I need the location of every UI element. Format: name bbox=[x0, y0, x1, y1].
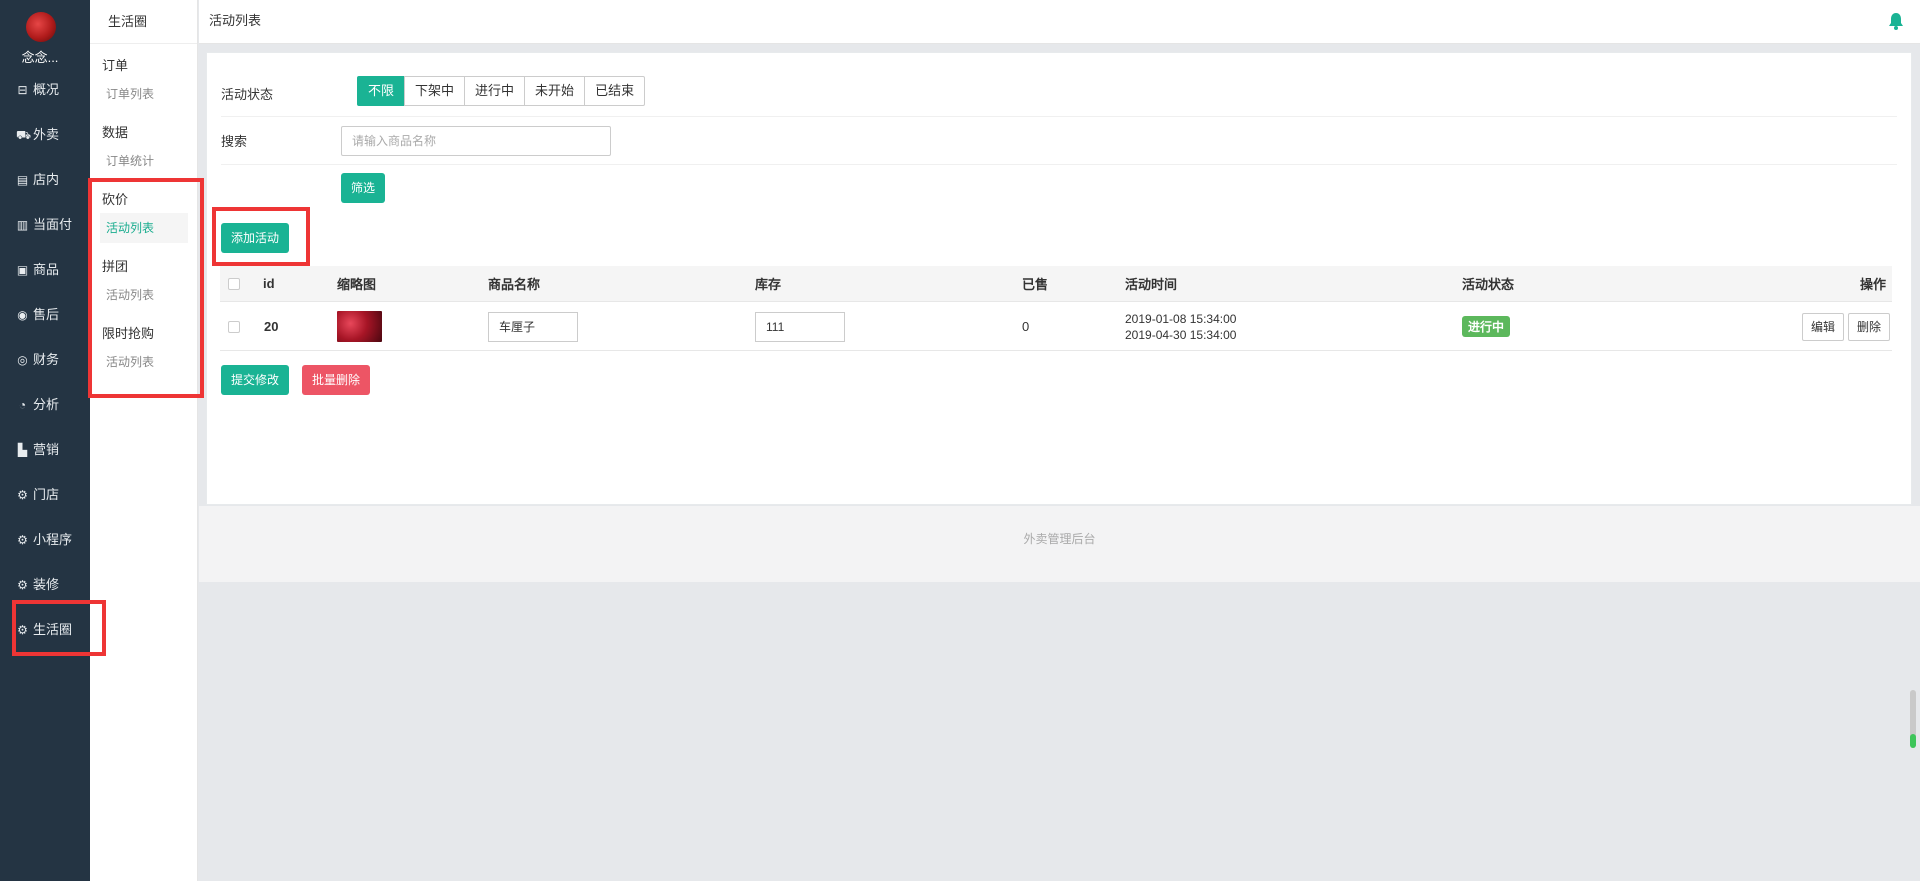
sidebar-item-label: 营销 bbox=[33, 442, 60, 457]
sidebar-item-label: 店内 bbox=[33, 172, 60, 187]
top-bar: 活动列表 bbox=[199, 0, 1920, 44]
sidebar-item[interactable]: ▥ 当面付 bbox=[16, 213, 72, 237]
subnav-group-label: 订单 bbox=[102, 58, 129, 73]
end-time: 2019-04-30 15:34:00 bbox=[1125, 327, 1237, 342]
gear-icon: ⚙ bbox=[17, 578, 28, 592]
sidebar-item[interactable]: ▤ 店内 bbox=[16, 168, 59, 192]
status-option[interactable]: 未开始 bbox=[524, 76, 586, 106]
sidebar-item-label: 装修 bbox=[33, 577, 60, 592]
gear-icon: ⚙ bbox=[17, 533, 28, 547]
table-row: 20 0 2019-01-08 15:34:00 2019-04-30 15:3… bbox=[220, 303, 1892, 351]
search-input[interactable] bbox=[341, 126, 611, 156]
status-option[interactable]: 进行中 bbox=[464, 76, 526, 106]
start-time: 2019-01-08 15:34:00 bbox=[1125, 311, 1237, 326]
row-id: 20 bbox=[264, 319, 279, 334]
sidebar-item[interactable]: ⚙ 门店 bbox=[16, 483, 59, 507]
delete-button[interactable]: 删除 bbox=[1847, 312, 1890, 341]
select-all-checkbox[interactable] bbox=[228, 277, 240, 290]
sidebar-item-label: 概况 bbox=[33, 82, 60, 97]
col-stock: 库存 bbox=[755, 277, 782, 292]
sidebar-item-label: 小程序 bbox=[33, 532, 73, 547]
filter-button[interactable]: 筛选 bbox=[341, 173, 386, 203]
subnav-item[interactable]: 订单统计 bbox=[100, 146, 188, 176]
sidebar-item-label: 售后 bbox=[33, 307, 60, 322]
col-name: 商品名称 bbox=[488, 277, 541, 292]
product-thumbnail bbox=[337, 311, 382, 342]
shop-name: 念念... bbox=[21, 50, 59, 65]
sold-count: 0 bbox=[1022, 319, 1030, 334]
status-filter-row: 活动状态 不限 下架中 进行中 未开始 已结束 bbox=[221, 53, 1897, 117]
status-filter-label: 活动状态 bbox=[221, 87, 274, 102]
search-label: 搜索 bbox=[221, 134, 248, 149]
sidebar-item-label: 分析 bbox=[33, 397, 60, 412]
sidebar-item[interactable]: ⚙ 小程序 bbox=[16, 528, 72, 552]
analysis-icon: ◔ bbox=[18, 398, 27, 412]
goods-icon: ▣ bbox=[16, 263, 29, 277]
status-option[interactable]: 不限 bbox=[357, 76, 406, 106]
activity-time: 2019-01-08 15:34:00 2019-04-30 15:34:00 bbox=[1125, 303, 1236, 350]
delivery-icon: ⛟ bbox=[16, 128, 32, 142]
product-name-input[interactable] bbox=[488, 311, 578, 342]
status-badge: 进行中 bbox=[1462, 316, 1511, 337]
sidebar-item[interactable]: ◎ 财务 bbox=[16, 348, 59, 372]
sidebar-item[interactable]: ⚙ 装修 bbox=[16, 573, 59, 597]
sidebar-item-label: 财务 bbox=[33, 352, 60, 367]
sidebar-item[interactable]: ⚙ 生活圈 bbox=[16, 618, 72, 642]
subnav-item[interactable]: 活动列表 bbox=[100, 213, 188, 243]
dashboard-icon: ⊟ bbox=[17, 83, 28, 97]
col-status: 活动状态 bbox=[1462, 277, 1515, 292]
subnav-group-label: 拼团 bbox=[102, 259, 129, 274]
batch-delete-button[interactable]: 批量删除 bbox=[302, 365, 371, 395]
status-option[interactable]: 已结束 bbox=[584, 76, 646, 106]
gear-icon: ⚙ bbox=[17, 488, 28, 502]
status-option[interactable]: 下架中 bbox=[404, 76, 466, 106]
table-header: id 缩略图 商品名称 库存 已售 活动时间 活动状态 操作 bbox=[220, 266, 1892, 302]
shop-logo bbox=[26, 12, 56, 42]
subnav-group-label: 数据 bbox=[102, 125, 129, 140]
sidebar-item[interactable]: ◉ 售后 bbox=[16, 303, 59, 327]
sidebar-item[interactable]: ⛟ 外卖 bbox=[16, 123, 59, 147]
sidebar-item[interactable]: ▣ 商品 bbox=[16, 258, 59, 282]
add-activity-button[interactable]: 添加活动 bbox=[221, 223, 290, 253]
after-sale-icon: ◉ bbox=[17, 308, 28, 322]
col-thumbnail: 缩略图 bbox=[337, 277, 377, 292]
col-actions: 操作 bbox=[1859, 277, 1886, 292]
sidebar-item[interactable]: ⊟ 概况 bbox=[16, 78, 59, 102]
sidebar-item-label: 门店 bbox=[33, 487, 60, 502]
subnav-group-label: 限时抢购 bbox=[102, 326, 155, 341]
col-time: 活动时间 bbox=[1125, 277, 1178, 292]
main-sidebar: 念念... ⊟ 概况 ⛟ 外卖 ▤ 店内 ▥ 当面付 ▣ 商品 ◉ 售后 ◎ 财务 ◔ 分析 ▙ 营销 ⚙ 门店 ⚙ 小程… bbox=[0, 0, 90, 881]
sidebar-item-label: 当面付 bbox=[33, 217, 73, 232]
sidebar-item-label: 外卖 bbox=[33, 127, 60, 142]
submit-changes-button[interactable]: 提交修改 bbox=[221, 365, 290, 395]
row-checkbox[interactable] bbox=[228, 320, 240, 333]
subnav-item[interactable]: 订单列表 bbox=[100, 79, 188, 109]
footer: 外卖管理后台 bbox=[199, 506, 1920, 582]
finance-icon: ◎ bbox=[17, 353, 28, 367]
page-title: 活动列表 bbox=[209, 13, 262, 28]
col-id: id bbox=[263, 276, 275, 291]
edit-button[interactable]: 编辑 bbox=[1801, 312, 1844, 341]
receipt-icon: ▥ bbox=[16, 218, 29, 232]
sidebar-item[interactable]: ◔ 分析 bbox=[16, 393, 59, 417]
sidebar-item[interactable]: ▙ 营销 bbox=[16, 438, 59, 462]
sidebar-item-label: 生活圈 bbox=[33, 622, 73, 637]
stock-input[interactable] bbox=[755, 311, 845, 342]
store-icon: ▤ bbox=[16, 173, 29, 187]
subnav-group-label: 砍价 bbox=[102, 192, 129, 207]
subnav-item[interactable]: 活动列表 bbox=[100, 347, 188, 377]
col-sold: 已售 bbox=[1022, 277, 1049, 292]
sidebar-item-label: 商品 bbox=[33, 262, 60, 277]
status-segment: 不限 下架中 进行中 未开始 已结束 bbox=[357, 76, 646, 106]
sub-sidebar-title: 生活圈 bbox=[90, 0, 197, 44]
bell-icon[interactable] bbox=[1888, 12, 1904, 30]
marketing-icon: ▙ bbox=[17, 443, 28, 457]
scrollbar[interactable] bbox=[1910, 690, 1916, 748]
subnav-item[interactable]: 活动列表 bbox=[100, 280, 188, 310]
gear-icon: ⚙ bbox=[17, 623, 28, 637]
sub-sidebar: 生活圈 订单 订单列表 数据 订单统计 砍价 活动列表 拼团 活动列表 限时抢购 活动列表 bbox=[90, 0, 198, 881]
